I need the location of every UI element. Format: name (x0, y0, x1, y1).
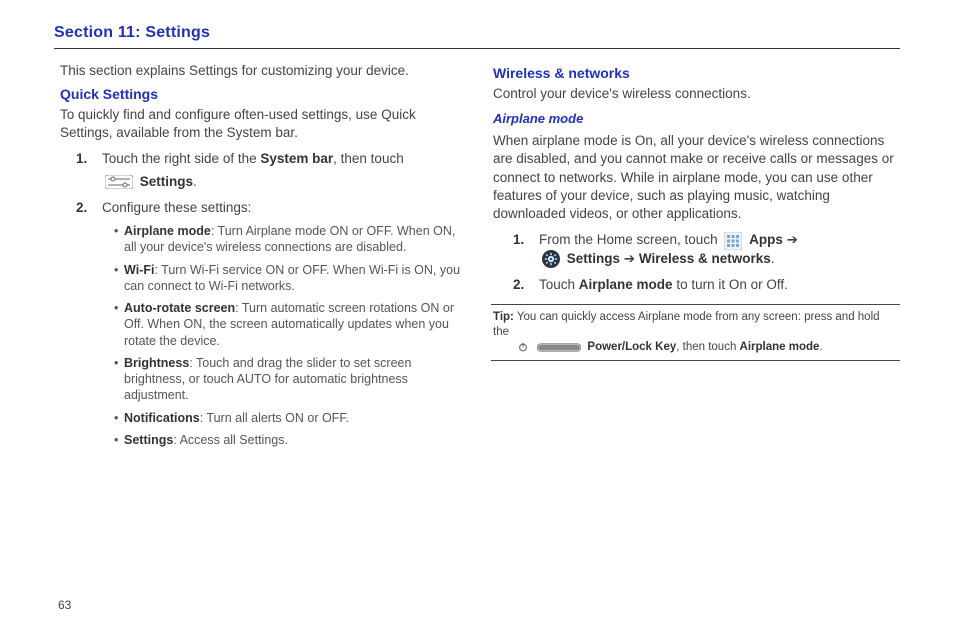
step-number: 1. (76, 150, 87, 168)
section-title: Section 11: Settings (54, 24, 900, 42)
settings-gear-icon (542, 250, 560, 268)
settings-sliders-icon (105, 175, 133, 189)
settings-label: Settings (140, 174, 193, 189)
step2-post: to turn it On or Off. (673, 277, 788, 292)
step-1: 1. Touch the right side of the System ba… (54, 150, 463, 190)
power-icon (518, 342, 528, 352)
step-number: 2. (513, 276, 524, 294)
apps-grid-icon (724, 232, 742, 250)
list-item: Notifications: Turn all alerts ON or OFF… (114, 410, 463, 426)
left-column: This section explains Settings for custo… (54, 63, 463, 456)
two-column-layout: This section explains Settings for custo… (54, 63, 900, 456)
intro-text: This section explains Settings for custo… (60, 63, 463, 78)
wireless-intro: Control your device's wireless connectio… (493, 85, 900, 103)
step-number: 2. (76, 199, 87, 217)
arrow2: ➔ (620, 251, 639, 266)
step-2: 2. Touch Airplane mode to turn it On or … (491, 276, 900, 294)
tip-pre: You can quickly access Airplane mode fro… (493, 311, 880, 338)
page-number: 63 (58, 598, 71, 612)
tip-label: Tip: (493, 311, 514, 323)
wireless-networks-heading: Wireless & networks (493, 65, 900, 81)
step-number: 1. (513, 231, 524, 249)
list-item: Wi-Fi: Turn Wi-Fi service ON or OFF. Whe… (114, 262, 463, 295)
airplane-mode-bold: Airplane mode (740, 341, 820, 353)
step2-pre: Touch (539, 277, 579, 292)
airplane-mode-label: Airplane mode (579, 277, 673, 292)
list-item: Airplane mode: Turn Airplane mode ON or … (114, 223, 463, 256)
settings-bullet-list: Airplane mode: Turn Airplane mode ON or … (102, 223, 463, 448)
tip-mid: , then touch (676, 341, 739, 353)
settings-label: Settings (567, 251, 620, 266)
quick-settings-intro: To quickly find and configure often-used… (60, 106, 463, 142)
arrow: ➔ (787, 232, 798, 247)
section-rule (54, 48, 900, 49)
airplane-intro: When airplane mode is On, all your devic… (493, 132, 900, 223)
tip-box: Tip: You can quickly access Airplane mod… (491, 304, 900, 361)
list-item: Auto-rotate screen: Turn automatic scree… (114, 300, 463, 349)
power-lock-key-label: Power/Lock Key (587, 341, 676, 353)
step-1-text-post: , then touch (333, 151, 404, 166)
power-lock-key-icon (537, 342, 581, 353)
airplane-mode-heading: Airplane mode (493, 111, 900, 126)
tip-end: . (819, 341, 822, 353)
right-column: Wireless & networks Control your device'… (491, 63, 900, 456)
airplane-steps: 1. From the Home screen, touch Apps ➔ (491, 231, 900, 294)
quick-settings-steps: 1. Touch the right side of the System ba… (54, 150, 463, 448)
step-2: 2. Configure these settings: Airplane mo… (54, 199, 463, 448)
system-bar-label: System bar (260, 151, 333, 166)
list-item: Brightness: Touch and drag the slider to… (114, 355, 463, 404)
wireless-networks-label: Wireless & networks (639, 251, 771, 266)
list-item: Settings: Access all Settings. (114, 432, 463, 448)
step-1: 1. From the Home screen, touch Apps ➔ (491, 231, 900, 268)
quick-settings-heading: Quick Settings (60, 86, 463, 102)
apps-label: Apps (749, 232, 783, 247)
step-2-text: Configure these settings: (102, 200, 251, 215)
step-1-text-pre: Touch the right side of the (102, 151, 260, 166)
step1-pre: From the Home screen, touch (539, 232, 721, 247)
